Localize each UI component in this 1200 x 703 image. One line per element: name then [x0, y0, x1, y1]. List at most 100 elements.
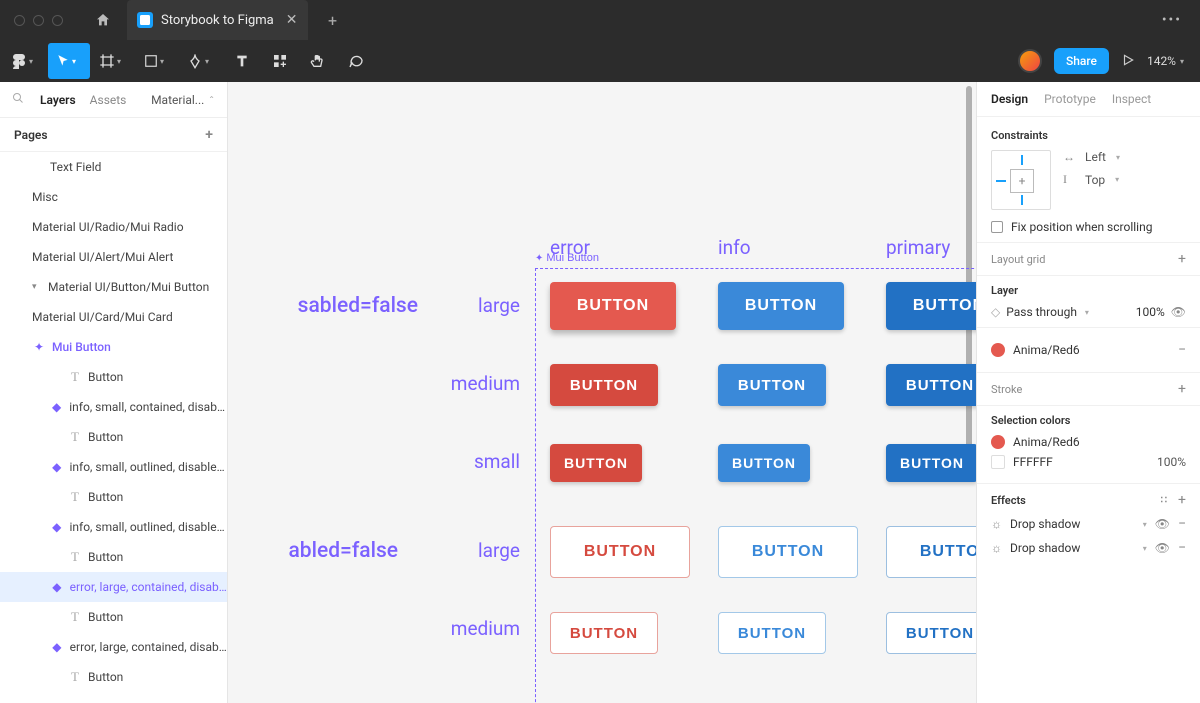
row-header: medium	[420, 372, 520, 395]
visibility-icon[interactable]: 👁	[1171, 305, 1186, 319]
layer-tree[interactable]: Text FieldMiscMaterial UI/Radio/Mui Radi…	[0, 152, 227, 703]
canvas[interactable]: sabled=false abled=false error info prim…	[228, 82, 976, 703]
layer-row[interactable]: ◆info, small, outlined, disabled...	[0, 512, 227, 542]
design-tabs: Design Prototype Inspect	[977, 82, 1200, 117]
visibility-icon[interactable]: 👁	[1155, 541, 1170, 555]
layer-row[interactable]: ◆error, large, contained, disabl...	[0, 632, 227, 662]
effect-row[interactable]: ☼ Drop shadow▾ 👁 −	[991, 516, 1186, 532]
add-grid-button[interactable]: +	[1178, 251, 1186, 267]
overflow-menu[interactable]: •••	[1152, 12, 1192, 28]
comment-tool[interactable]	[338, 43, 374, 79]
fix-position-checkbox[interactable]: Fix position when scrolling	[991, 220, 1186, 234]
mui-button[interactable]: BUTTON	[886, 612, 976, 654]
color-swatch[interactable]	[991, 455, 1005, 469]
layer-row[interactable]: TButton	[0, 482, 227, 512]
mui-button[interactable]: BUTTON	[550, 444, 642, 482]
layer-row[interactable]: ◆info, small, contained, disable...	[0, 392, 227, 422]
document-tab[interactable]: Storybook to Figma ✕	[127, 0, 308, 40]
add-page-button[interactable]: +	[205, 127, 213, 143]
mui-button[interactable]: BUTTON	[886, 526, 976, 578]
prototype-tab[interactable]: Prototype	[1044, 92, 1096, 106]
home-button[interactable]	[83, 0, 123, 40]
mui-button[interactable]: BUTTON	[550, 282, 676, 330]
text-icon: T	[68, 370, 82, 384]
remove-fill-button[interactable]: −	[1178, 342, 1186, 358]
search-icon[interactable]	[12, 92, 26, 107]
effect-settings-icon[interactable]: ☼	[991, 541, 1002, 555]
v-constraint[interactable]: ITop▾	[1063, 172, 1120, 187]
mui-button[interactable]: BUTTON	[718, 612, 826, 654]
present-button[interactable]	[1121, 52, 1135, 71]
layer-row[interactable]: TButton	[0, 422, 227, 452]
max-dot[interactable]	[52, 15, 63, 26]
layer-row[interactable]: Material UI/Card/Mui Card	[0, 302, 227, 332]
hand-tool[interactable]	[300, 43, 336, 79]
pages-header: Pages +	[0, 118, 227, 152]
mui-button[interactable]: BUTTON	[886, 364, 976, 406]
text-icon: T	[68, 550, 82, 564]
close-dot[interactable]	[14, 15, 25, 26]
min-dot[interactable]	[33, 15, 44, 26]
layer-row[interactable]: TButton	[0, 542, 227, 572]
mui-button[interactable]: BUTTON	[550, 612, 658, 654]
color-swatch[interactable]	[991, 435, 1005, 449]
effect-row[interactable]: ☼ Drop shadow▾ 👁 −	[991, 540, 1186, 556]
layer-label: Mui Button	[52, 340, 111, 354]
section-label: sabled=false	[228, 294, 418, 318]
panel-tabs: Layers Assets Material... ⌃	[0, 82, 227, 118]
design-tab[interactable]: Design	[991, 92, 1028, 106]
shape-tool[interactable]: ▾	[136, 43, 178, 79]
blend-mode-picker[interactable]: Pass through▾	[1006, 305, 1119, 319]
mui-button[interactable]: BUTTON	[718, 364, 826, 406]
layers-tab[interactable]: Layers	[40, 93, 76, 107]
frame-tool[interactable]: ▾	[92, 43, 134, 79]
text-icon: T	[68, 670, 82, 684]
mui-button[interactable]: BUTTON	[550, 526, 690, 578]
share-button[interactable]: Share	[1054, 48, 1109, 74]
zoom-value: 142%	[1147, 54, 1176, 68]
effect-settings-icon[interactable]: ☼	[991, 517, 1002, 531]
layer-row[interactable]: Material UI/Radio/Mui Radio	[0, 212, 227, 242]
column-header: primary	[886, 236, 950, 259]
mui-button[interactable]: BUTTON	[886, 282, 976, 330]
mui-button[interactable]: BUTTON	[718, 444, 810, 482]
effects-styles-icon[interactable]: ∷	[1161, 495, 1168, 506]
constraints-section: Constraints + ↔Left▾ ITop▾ Fix position …	[977, 121, 1200, 243]
layer-row[interactable]: TButton	[0, 602, 227, 632]
remove-effect-button[interactable]: −	[1178, 516, 1186, 532]
mui-button[interactable]: BUTTON	[718, 282, 844, 330]
fill-swatch[interactable]	[991, 343, 1005, 357]
resources-tool[interactable]	[262, 43, 298, 79]
user-avatar[interactable]	[1018, 49, 1042, 73]
assets-tab[interactable]: Assets	[90, 93, 127, 107]
mui-button[interactable]: BUTTON	[886, 444, 976, 482]
layer-row[interactable]: ◆info, small, outlined, disabled...	[0, 452, 227, 482]
inspect-tab[interactable]: Inspect	[1112, 92, 1151, 106]
h-constraint[interactable]: ↔Left▾	[1063, 150, 1120, 164]
close-icon[interactable]: ✕	[286, 12, 298, 28]
add-stroke-button[interactable]: +	[1178, 381, 1186, 397]
window-controls	[14, 15, 63, 26]
remove-effect-button[interactable]: −	[1178, 540, 1186, 556]
constraints-widget[interactable]: +	[991, 150, 1051, 210]
mui-button[interactable]: BUTTON	[718, 526, 858, 578]
layer-row[interactable]: ✦Mui Button	[0, 332, 227, 362]
move-tool[interactable]: ▾	[48, 43, 90, 79]
pen-tool[interactable]: ▾	[180, 43, 222, 79]
layer-row[interactable]: ▾Material UI/Button/Mui Button	[0, 272, 227, 302]
layer-row[interactable]: TButton	[0, 362, 227, 392]
add-tab-button[interactable]: +	[318, 11, 348, 30]
mui-button[interactable]: BUTTON	[550, 364, 658, 406]
layer-row[interactable]: ◆error, large, contained, disabl...	[0, 572, 227, 602]
visibility-icon[interactable]: 👁	[1155, 517, 1170, 531]
page-picker[interactable]: Material... ⌃	[151, 93, 215, 107]
add-effect-button[interactable]: +	[1178, 492, 1186, 508]
layer-row[interactable]: TButton	[0, 662, 227, 692]
layer-row[interactable]: Text Field	[0, 152, 227, 182]
zoom-control[interactable]: 142% ▾	[1147, 54, 1184, 68]
text-tool[interactable]	[224, 43, 260, 79]
main-menu[interactable]: ▾	[4, 43, 46, 79]
layer-row[interactable]: Misc	[0, 182, 227, 212]
layer-opacity[interactable]: 100%	[1125, 305, 1165, 319]
layer-row[interactable]: Material UI/Alert/Mui Alert	[0, 242, 227, 272]
